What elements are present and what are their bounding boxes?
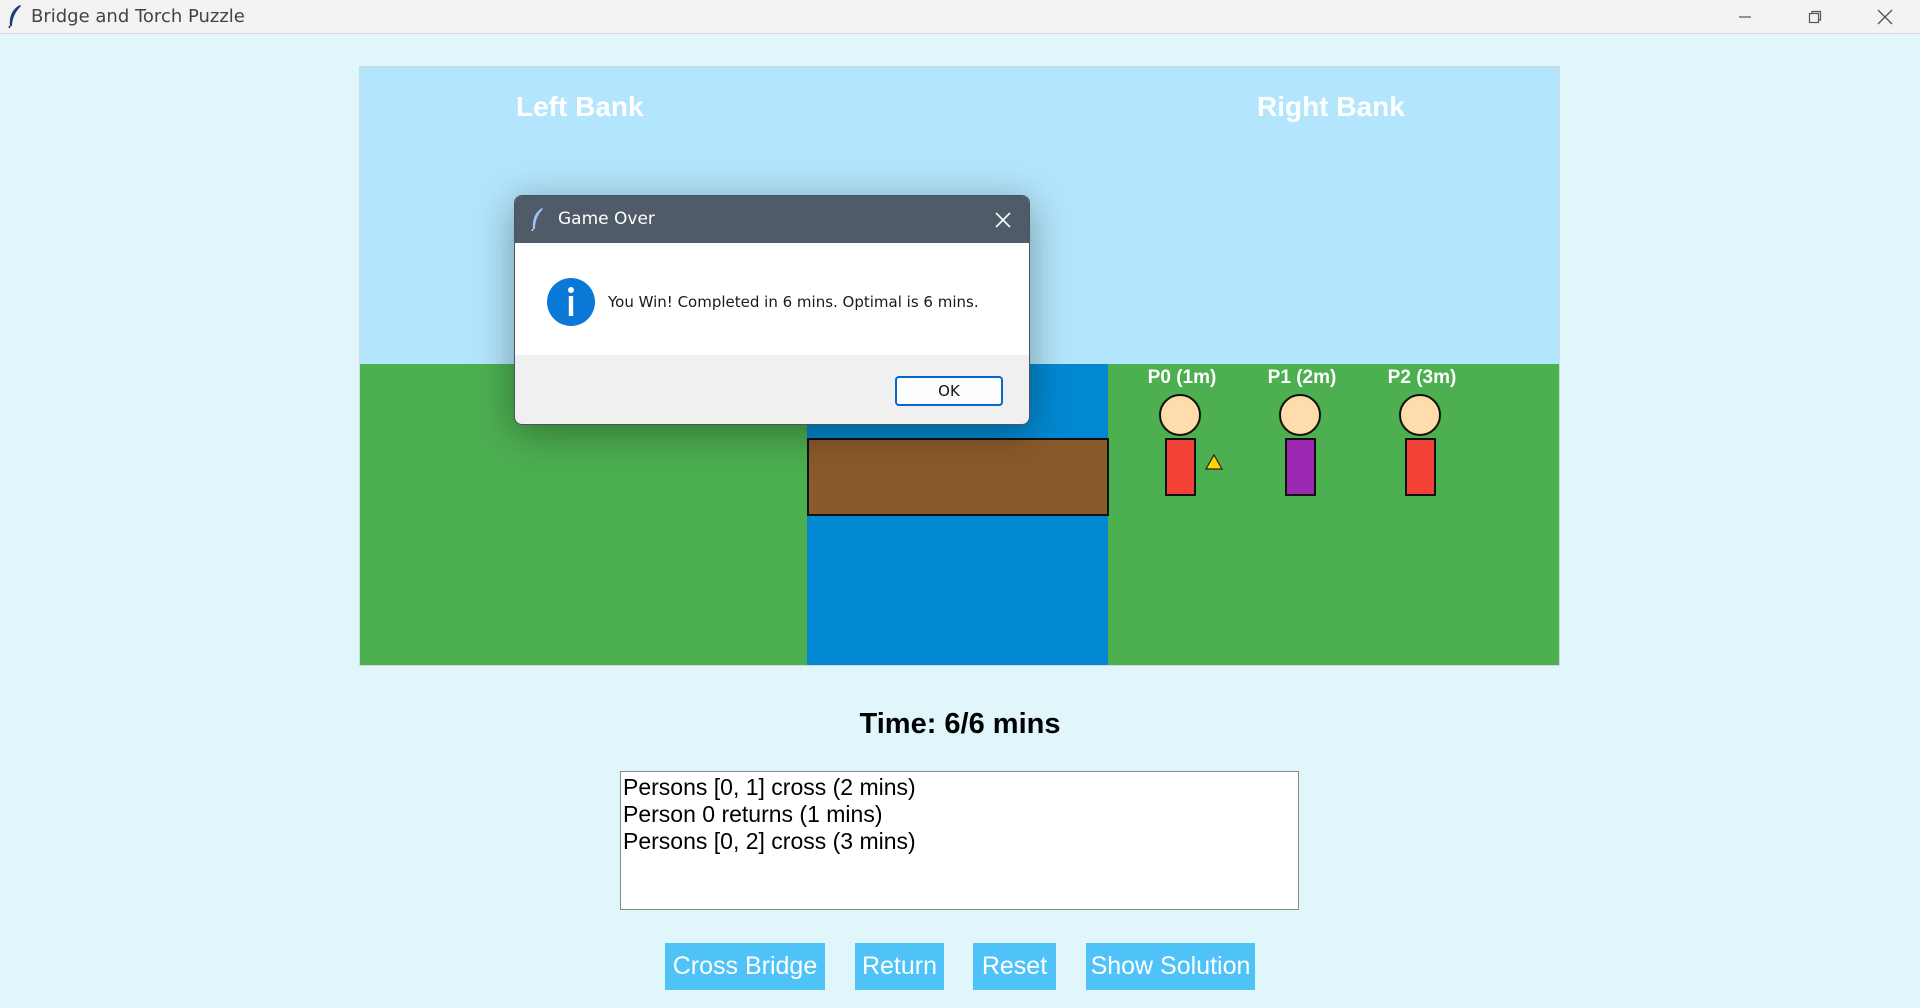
minimize-icon <box>1739 15 1751 18</box>
torch-icon <box>1205 454 1223 470</box>
show-solution-button[interactable]: Show Solution <box>1086 943 1255 990</box>
title-bar[interactable]: Bridge and Torch Puzzle <box>0 0 1920 34</box>
feather-icon <box>8 5 21 28</box>
person-body <box>1165 438 1196 496</box>
person-label: P2 (3m) <box>1387 367 1457 388</box>
person-p0[interactable]: P0 (1m) <box>1142 367 1222 507</box>
time-display: Time: 6/6 mins <box>859 708 1061 740</box>
person-body <box>1285 438 1316 496</box>
log-line: Persons [0, 2] cross (3 mins) <box>623 828 916 854</box>
window-title: Bridge and Torch Puzzle <box>31 6 245 27</box>
restore-button[interactable] <box>1780 0 1850 33</box>
person-head <box>1159 394 1201 436</box>
dialog-title: Game Over <box>558 209 655 229</box>
right-bank-label: Right Bank <box>1257 91 1405 122</box>
bridge <box>807 438 1109 516</box>
info-icon <box>547 278 595 326</box>
person-p2[interactable]: P2 (3m) <box>1382 367 1462 507</box>
dialog-title-bar[interactable]: Game Over <box>515 196 1029 243</box>
return-button[interactable]: Return <box>855 943 944 990</box>
person-label: P0 (1m) <box>1147 367 1217 388</box>
log-line: Persons [0, 1] cross (2 mins) <box>623 774 916 800</box>
close-icon <box>1877 9 1893 24</box>
feather-icon <box>531 208 543 231</box>
dialog-message: You Win! Completed in 6 mins. Optimal is… <box>608 293 979 311</box>
move-log[interactable]: Persons [0, 1] cross (2 mins) Person 0 r… <box>620 771 1299 910</box>
restore-icon <box>1808 10 1822 23</box>
close-icon[interactable] <box>991 208 1015 232</box>
ok-button[interactable]: OK <box>895 376 1003 406</box>
cross-bridge-button[interactable]: Cross Bridge <box>665 943 825 990</box>
log-line: Person 0 returns (1 mins) <box>623 801 883 827</box>
game-over-dialog: Game Over You Win! Completed in 6 mins. … <box>514 195 1030 425</box>
person-label: P1 (2m) <box>1267 367 1337 388</box>
app-window: Bridge and Torch Puzzle Left Bank Right … <box>0 0 1920 1008</box>
person-head <box>1279 394 1321 436</box>
person-body <box>1405 438 1436 496</box>
left-bank-label: Left Bank <box>516 91 644 122</box>
person-p1[interactable]: P1 (2m) <box>1262 367 1342 507</box>
close-button[interactable] <box>1850 0 1920 33</box>
dialog-body: You Win! Completed in 6 mins. Optimal is… <box>515 243 1029 355</box>
minimize-button[interactable] <box>1710 0 1780 33</box>
reset-button[interactable]: Reset <box>973 943 1056 990</box>
person-head <box>1399 394 1441 436</box>
